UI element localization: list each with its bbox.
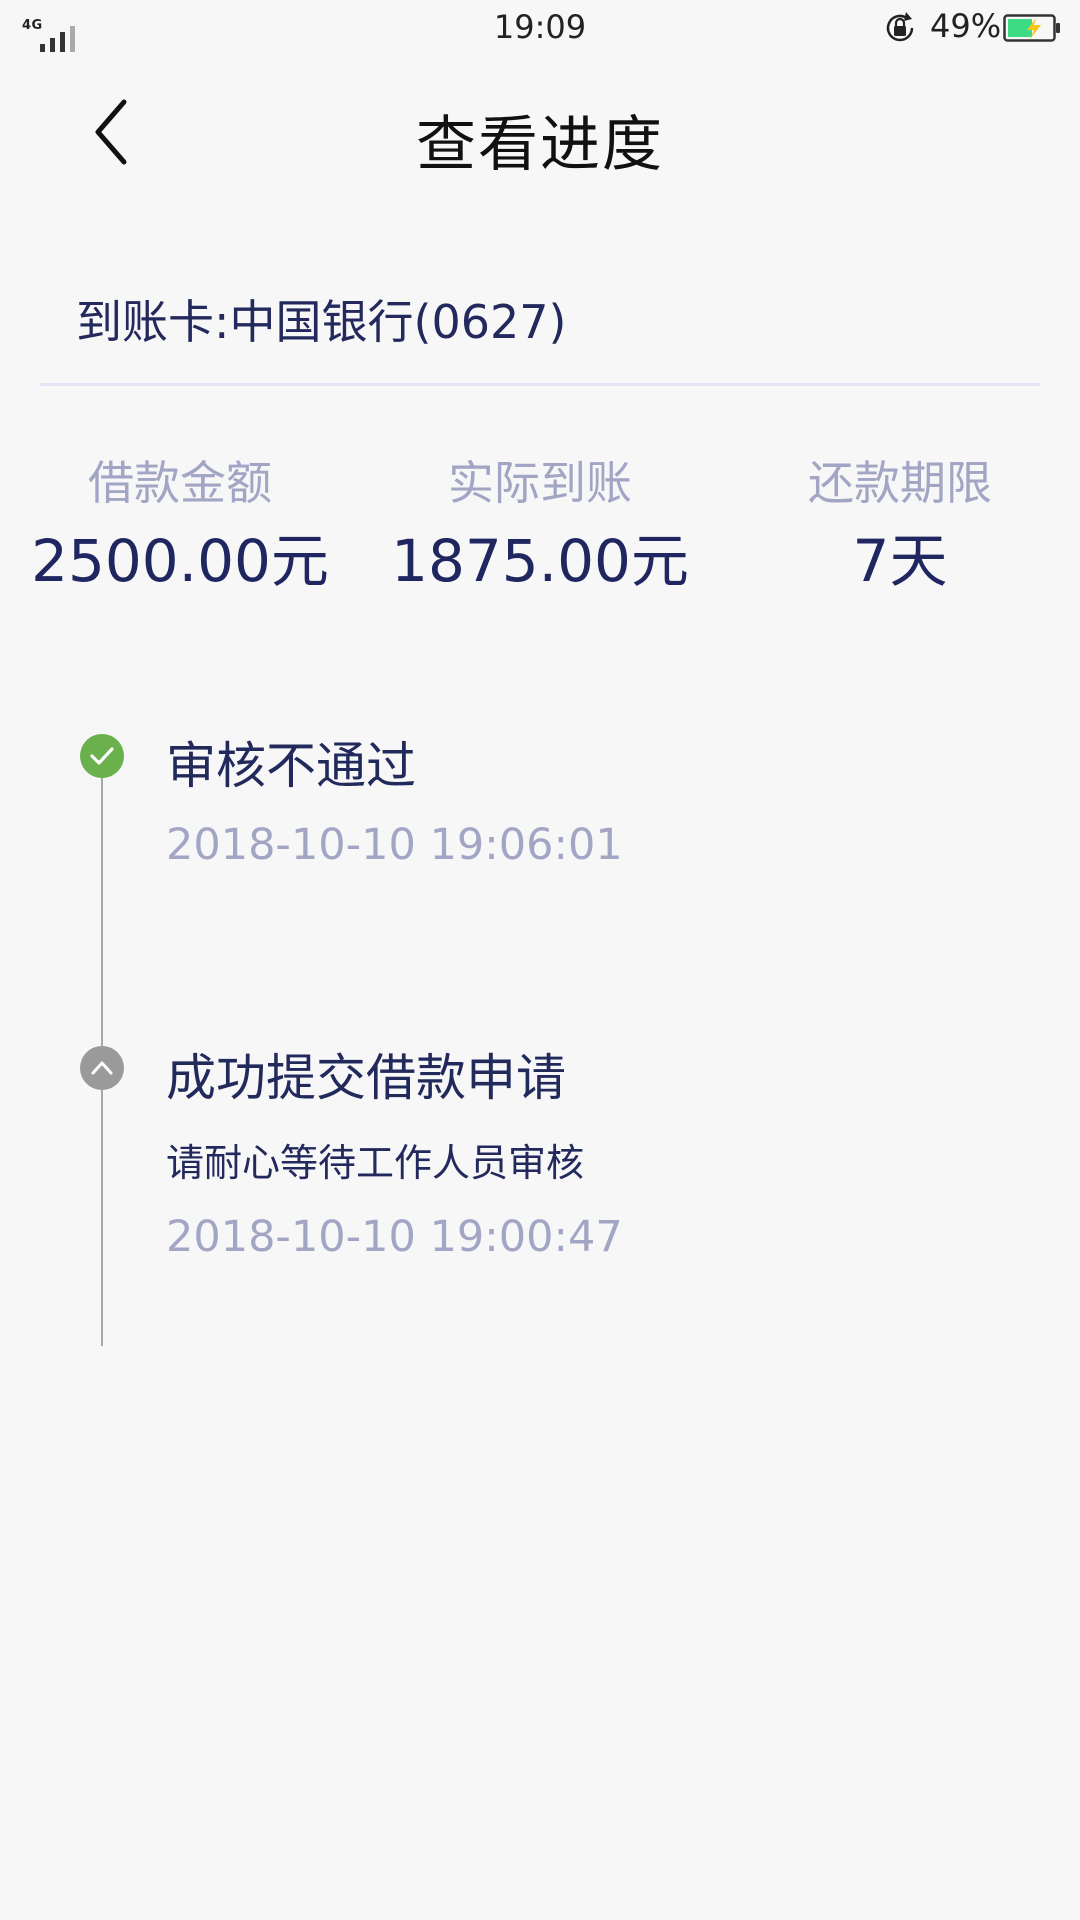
summary-label: 还款期限 xyxy=(808,456,992,510)
timeline-note: 请耐心等待工作人员审核 xyxy=(166,1141,585,1185)
top-nav: 查看进度 xyxy=(0,56,1080,206)
rotation-lock-icon xyxy=(886,12,914,42)
timeline-title: 审核不通过 xyxy=(166,737,416,795)
status-bar: 4G 19:09 49% xyxy=(0,0,1080,56)
summary-label: 借款金额 xyxy=(88,456,272,510)
page-title: 查看进度 xyxy=(416,110,664,180)
battery-percent: 49% xyxy=(930,7,1002,45)
summary-value: 7天 xyxy=(852,527,948,595)
summary-actual-received: 实际到账 1875.00元 xyxy=(360,450,720,596)
divider xyxy=(40,383,1040,386)
progress-screen: 4G 19:09 49% 查看进度 到账卡:中国银行(0627) 借款金额 25… xyxy=(0,0,1080,1920)
summary-value: 2500.00元 xyxy=(31,527,329,595)
timeline-time: 2018-10-10 19:00:47 xyxy=(166,1212,623,1262)
summary-label: 实际到账 xyxy=(448,456,632,510)
check-circle-icon xyxy=(80,734,124,778)
timeline-title: 成功提交借款申请 xyxy=(166,1049,566,1107)
summary-value: 1875.00元 xyxy=(391,527,689,595)
summary-loan-amount: 借款金额 2500.00元 xyxy=(0,450,360,596)
status-time: 19:09 xyxy=(493,8,587,46)
battery-charging-icon xyxy=(1003,14,1060,42)
receiving-card-text: 到账卡:中国银行(0627) xyxy=(76,295,567,349)
timeline-time: 2018-10-10 19:06:01 xyxy=(166,820,623,870)
loan-summary: 借款金额 2500.00元 实际到账 1875.00元 还款期限 7天 xyxy=(0,450,1080,610)
summary-repayment-term: 还款期限 7天 xyxy=(720,450,1080,596)
chevron-up-circle-icon xyxy=(80,1046,124,1090)
